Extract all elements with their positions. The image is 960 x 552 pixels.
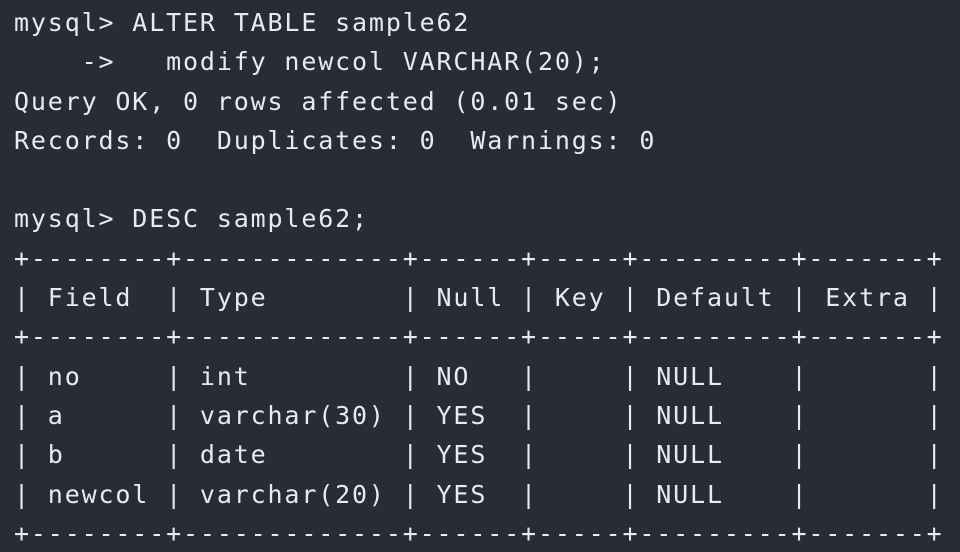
table-row: | no | int | NO | | NULL | | bbox=[14, 361, 944, 391]
table-separator-bottom: +--------+-------------+------+-----+---… bbox=[14, 518, 944, 548]
table-row: | newcol | varchar(20) | YES | | NULL | … bbox=[14, 479, 944, 509]
terminal-line: -> modify newcol VARCHAR(20); bbox=[14, 47, 606, 77]
terminal-screen[interactable]: mysql> ALTER TABLE sample62 -> modify ne… bbox=[0, 0, 960, 552]
table-header-row: | Field | Type | Null | Key | Default | … bbox=[14, 283, 944, 313]
table-row: | b | date | YES | | NULL | | bbox=[14, 440, 944, 470]
table-separator-top: +--------+-------------+------+-----+---… bbox=[14, 243, 944, 273]
table-separator-header: +--------+-------------+------+-----+---… bbox=[14, 322, 944, 352]
table-row: | a | varchar(30) | YES | | NULL | | bbox=[14, 400, 944, 430]
terminal-line: Query OK, 0 rows affected (0.01 sec) bbox=[14, 86, 623, 116]
terminal-line: mysql> ALTER TABLE sample62 bbox=[14, 8, 471, 37]
terminal-line: Records: 0 Duplicates: 0 Warnings: 0 bbox=[14, 125, 657, 155]
terminal-line: mysql> DESC sample62; bbox=[14, 204, 369, 234]
